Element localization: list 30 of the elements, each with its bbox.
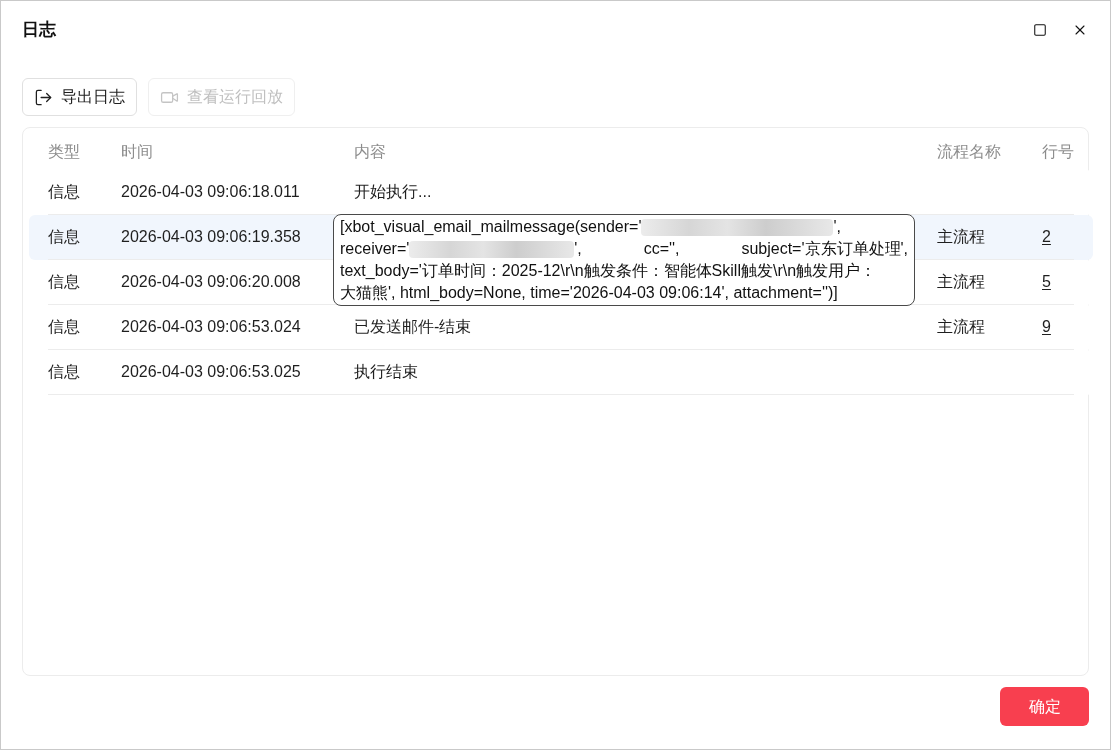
table-cell-text: 2026-04-03 09:06:20.008: [121, 272, 301, 292]
table-cell-text: 信息: [48, 317, 80, 337]
tooltip-text: [xbot_visual_email_mailmessage(sender=': [340, 217, 642, 237]
table-cell-text: 信息: [48, 227, 80, 247]
column-header: 行号: [1042, 142, 1074, 162]
table-cell: 开始执行...: [354, 183, 432, 200]
table-cell: 主流程: [937, 273, 985, 290]
table-cell: 主流程: [937, 318, 985, 335]
table-cell-text: 2026-04-03 09:06:53.025: [121, 362, 301, 382]
table-cell-text: 信息: [48, 362, 80, 382]
window-title: 日志: [22, 19, 56, 42]
table-cell: 主流程: [937, 228, 985, 245]
table-cell-text: 信息: [48, 272, 80, 292]
table-cell-text: 2026-04-03 09:06:53.024: [121, 317, 301, 337]
column-header: 内容: [354, 142, 386, 162]
table-cell-text: 2026-04-03 09:06:19.358: [121, 227, 301, 247]
column-header: 时间: [121, 142, 153, 162]
table-cell-text: 信息: [48, 182, 80, 202]
tooltip-text: receiver=': [340, 239, 410, 259]
table-cell: 执行结束: [354, 363, 418, 380]
tooltip-text: text_body='订单时间：2025-12\r\n触发条件：智能体Skill触发\r\n触发用户：: [340, 261, 877, 281]
tooltip-text: 大猫熊', html_body=None, time='2026-04-03 09:06:14', attachment='')]: [340, 283, 838, 303]
tooltip-text: ',: [574, 239, 582, 259]
column-header: 类型: [48, 142, 80, 162]
tooltip-text: subject='京东订单处理',: [741, 239, 908, 259]
table-cell-text: 2026-04-03 09:06:18.011: [121, 182, 300, 202]
tooltip-text: ',: [833, 217, 841, 237]
table-cell: 已发送邮件-结束: [354, 318, 472, 335]
tooltip-text: cc='',: [643, 239, 680, 259]
column-header: 流程名称: [937, 142, 1001, 162]
